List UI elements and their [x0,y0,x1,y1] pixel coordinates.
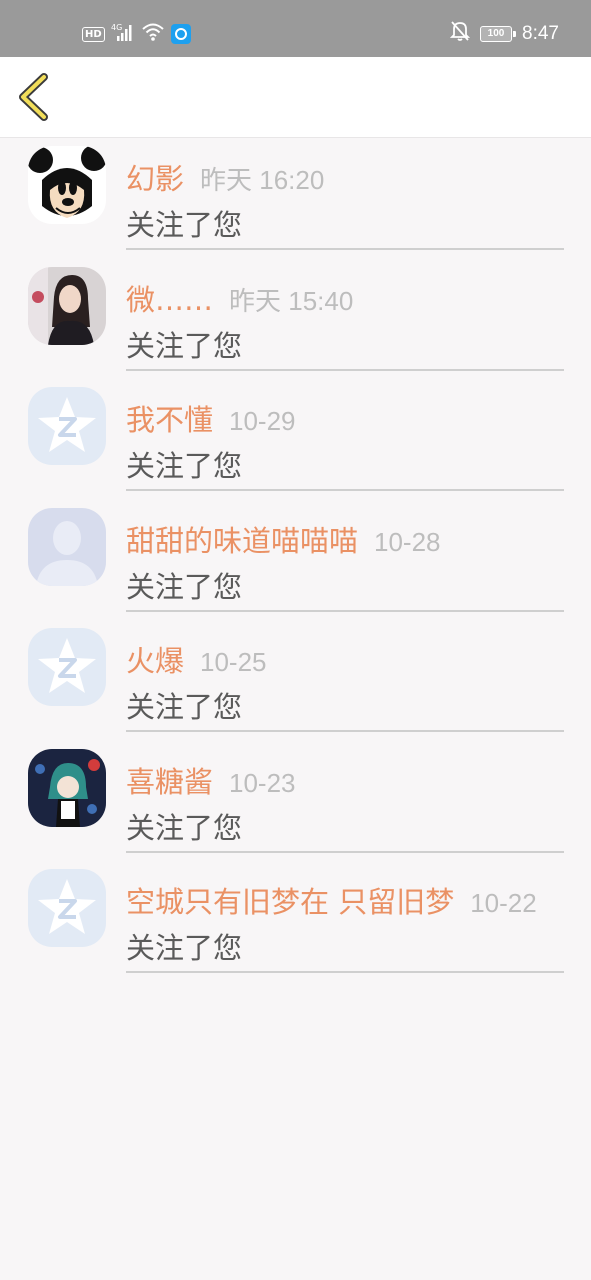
avatar[interactable] [28,146,106,224]
name-line: 幻影 昨天 16:20 [126,156,324,198]
timestamp: 10-28 [374,526,441,557]
list-item[interactable]: 我不懂 10-29 关注了您 [0,379,591,500]
action-text: 关注了您 [126,449,243,483]
header-bar [0,57,591,138]
user-name[interactable]: 火爆 [126,638,184,680]
user-name[interactable]: 幻影 [126,156,184,198]
avatar[interactable] [28,628,106,706]
name-line: 甜甜的味道喵喵喵 10-28 [126,518,441,560]
user-name[interactable]: 我不懂 [126,397,213,439]
hd-badge: HD [82,26,105,42]
status-right: 100 8:47 [449,20,559,48]
status-bar: HD 4G 100 8:47 [0,0,591,57]
mute-bell-icon [449,20,471,48]
name-line: 我不懂 10-29 [126,397,296,439]
avatar[interactable] [28,748,106,827]
name-line: 火爆 10-25 [126,638,267,680]
user-name[interactable]: 喜糖酱 [126,759,213,801]
name-line: 喜糖酱 10-23 [126,759,296,801]
user-name[interactable]: 微…… [126,277,213,319]
timestamp: 昨天 16:20 [200,165,325,195]
divider [126,609,564,612]
divider [126,971,564,973]
qq-default-avatar-icon [28,869,106,947]
divider [126,730,564,732]
action-text: 关注了您 [126,690,243,724]
list-item[interactable]: 火爆 10-25 关注了您 [0,620,591,741]
action-text: 关注了您 [126,810,243,845]
divider [126,248,564,250]
app-notification-icon [170,24,191,44]
list-item[interactable]: 空城只有旧梦在 只留旧梦 10-22 关注了您 [0,861,591,982]
action-text: 关注了您 [126,208,243,242]
timestamp: 10-29 [229,406,296,436]
user-name[interactable]: 甜甜的味道喵喵喵 [126,518,358,560]
network-type-label: 4G [111,23,122,32]
divider [126,850,564,853]
chevron-left-icon [19,73,48,121]
name-line: 微…… 昨天 15:40 [126,277,353,319]
list-item[interactable]: 喜糖酱 10-23 关注了您 [0,741,591,862]
action-text: 关注了您 [126,931,243,965]
timestamp: 10-25 [200,647,267,677]
divider [126,368,564,371]
cellular-signal-icon: 4G [111,22,135,46]
status-left: HD 4G [82,22,191,46]
default-user-silhouette-icon [28,507,106,586]
back-button[interactable] [14,71,58,123]
list-item[interactable]: 微…… 昨天 15:40 关注了您 [0,259,591,380]
avatar[interactable] [28,266,106,345]
qq-default-avatar-icon [28,387,106,465]
timestamp: 10-23 [229,767,296,798]
avatar[interactable] [28,869,106,947]
name-line: 空城只有旧梦在 只留旧梦 10-22 [126,879,537,921]
avatar[interactable] [28,507,106,586]
user-name[interactable]: 空城只有旧梦在 只留旧梦 [126,879,454,921]
timestamp: 10-22 [470,888,537,918]
avatar[interactable] [28,387,106,465]
action-text: 关注了您 [126,569,243,604]
list-item[interactable]: 幻影 昨天 16:20 关注了您 [0,138,591,259]
action-text: 关注了您 [126,328,243,363]
battery-icon: 100 [480,26,517,42]
wifi-icon [141,22,165,46]
follow-notification-list: 幻影 昨天 16:20 关注了您 微…… 昨天 15:40 关注了您 我不懂 1… [0,138,591,982]
clock: 8:47 [522,23,559,44]
timestamp: 昨天 15:40 [229,285,354,316]
qq-default-avatar-icon [28,628,106,706]
divider [126,489,564,491]
list-item[interactable]: 甜甜的味道喵喵喵 10-28 关注了您 [0,500,591,621]
